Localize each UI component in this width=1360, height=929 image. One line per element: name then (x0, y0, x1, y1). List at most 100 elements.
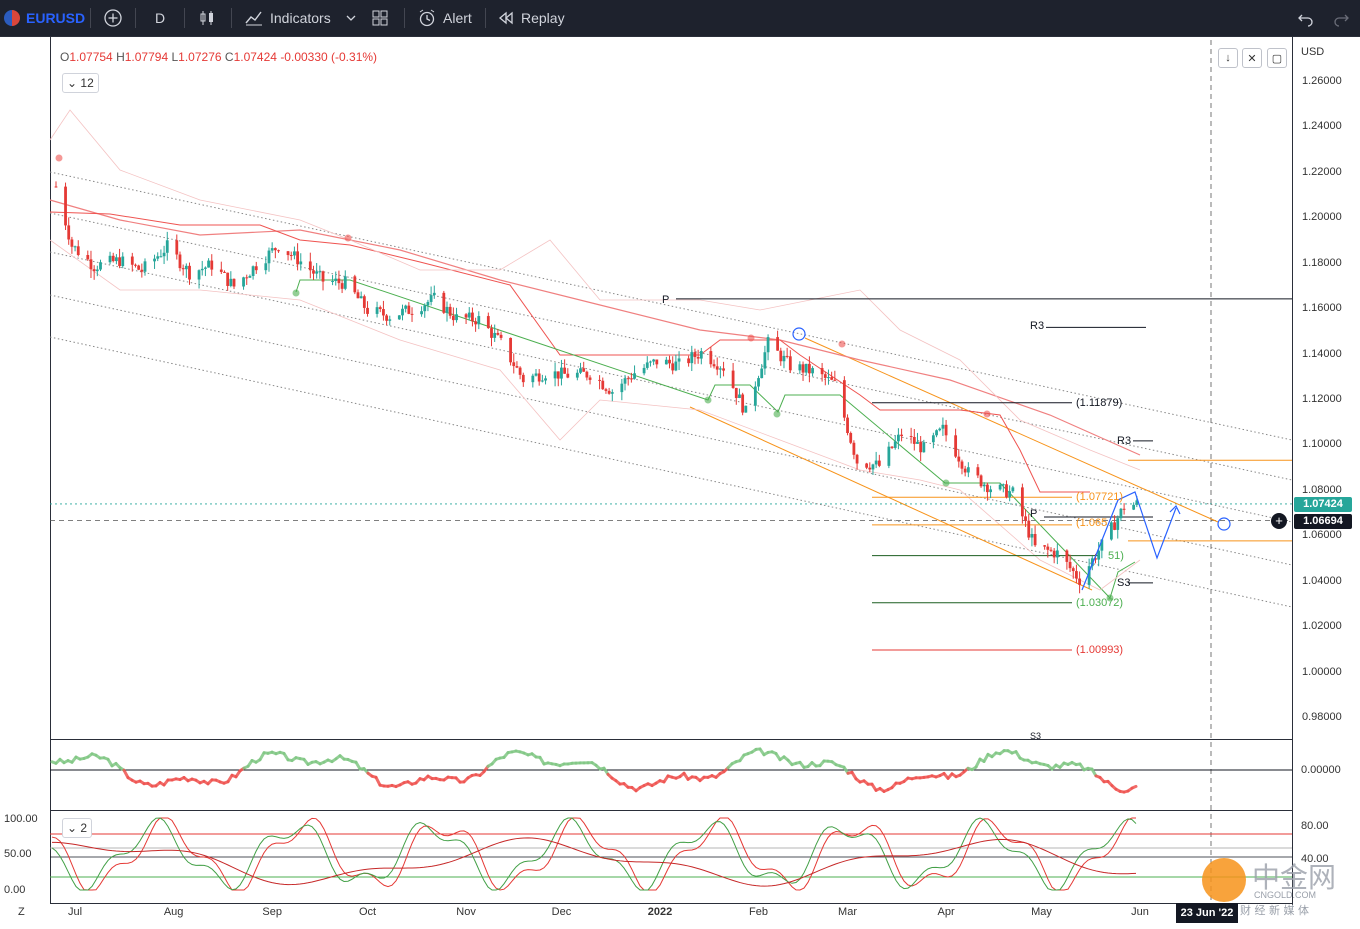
candle-body (1008, 491, 1011, 497)
moving-average-line (50, 200, 1140, 455)
supertrend-line-green (296, 280, 1135, 598)
candle-body (833, 380, 836, 381)
pane-separator[interactable] (50, 739, 1292, 740)
price-axis-label: 1.20000 (1302, 211, 1348, 223)
candle-body (99, 262, 102, 269)
candle-body (118, 257, 121, 266)
candle-body (849, 433, 852, 443)
open-value: 1.07754 (69, 50, 112, 64)
candle-body (465, 314, 468, 317)
candle-body (891, 447, 894, 448)
candle-body (264, 263, 267, 270)
candle-body (1043, 545, 1046, 546)
fib-level-1-label: (1.11879) (1076, 397, 1122, 409)
candle-body (509, 338, 512, 362)
candle-body (913, 437, 916, 444)
candle-body (449, 307, 452, 316)
candle-body (309, 261, 312, 270)
candle-body (942, 425, 945, 429)
scroll-down-button[interactable]: ↓ (1218, 48, 1238, 68)
chevron-down-icon: ⌄ (67, 821, 77, 835)
candle-body (366, 308, 369, 314)
indicator-collapse-toggle[interactable]: ⌄ 12 (62, 73, 99, 93)
candle-body (204, 268, 207, 269)
candle-body (64, 187, 67, 226)
candle-body (185, 266, 188, 269)
price-axis-label: 1.12000 (1302, 393, 1348, 405)
oscillator-layer (50, 749, 1292, 890)
candle-body (271, 248, 274, 250)
add-alert-icon[interactable]: + (1271, 513, 1287, 529)
candle-body (77, 246, 80, 255)
pane-separator[interactable] (50, 810, 1292, 811)
candle-body (576, 373, 579, 378)
candle-body (757, 378, 760, 386)
candle-body (846, 418, 849, 433)
candle-body (763, 352, 766, 368)
candle-body (1046, 547, 1049, 550)
candle-body (137, 266, 140, 270)
candle-body (290, 255, 293, 256)
candle-body (897, 435, 900, 442)
candle-body (67, 225, 70, 239)
candle-body (585, 372, 588, 378)
candle-body (910, 436, 913, 437)
candle-body (198, 270, 201, 279)
candle-body (229, 279, 232, 286)
change-value: -0.00330 (-0.31%) (280, 50, 377, 64)
ohlc-legend: O1.07754 H1.07794 L1.07276 C1.07424 -0.0… (60, 50, 377, 64)
candlestick-series (55, 181, 1139, 593)
price-chart[interactable] (0, 0, 1360, 928)
osc2-collapse-toggle[interactable]: ⌄ 2 (62, 818, 92, 838)
price-axis-label: 1.08000 (1302, 484, 1348, 496)
candle-body (1132, 505, 1135, 510)
candle-body (1075, 571, 1078, 578)
candle-body (611, 392, 614, 394)
candle-body (376, 307, 379, 314)
candle-body (360, 296, 363, 298)
candle-body (919, 442, 922, 452)
collapse-button[interactable]: ✕ (1242, 48, 1262, 68)
candle-body (954, 435, 957, 456)
candle-body (767, 337, 770, 352)
fib-level-6-label: (1.00993) (1076, 644, 1123, 656)
candle-body (516, 366, 519, 368)
candle-body (512, 362, 515, 366)
candle-body (353, 276, 356, 292)
candle-body (945, 425, 948, 435)
candle-body (649, 362, 652, 363)
candle-body (1116, 518, 1119, 530)
time-axis-label: May (1031, 906, 1052, 918)
candle-body (916, 442, 919, 444)
price-axis-label: 0.98000 (1302, 711, 1348, 723)
candle-body (299, 261, 302, 264)
candle-body (210, 261, 213, 270)
candle-body (999, 485, 1002, 490)
candle-body (805, 364, 808, 373)
candle-body (1110, 522, 1113, 539)
osc2-right-label-80: 80.00 (1301, 820, 1329, 832)
candle-body (776, 337, 779, 351)
candle-body (986, 485, 989, 492)
maximize-button[interactable]: ▢ (1267, 48, 1287, 68)
r3-lower-label: R3 (1117, 435, 1131, 447)
candle-body (1031, 534, 1034, 538)
candle-body (74, 246, 77, 247)
candle-body (420, 311, 423, 314)
signal-dot (984, 411, 991, 418)
candle-body (344, 276, 347, 288)
low-value: 1.07276 (178, 50, 221, 64)
zoom-z-button[interactable]: Z (18, 906, 25, 918)
arrow-down-icon: ↓ (1225, 52, 1231, 64)
candle-body (500, 335, 503, 338)
price-axis-label: 1.22000 (1302, 166, 1348, 178)
candle-body (179, 255, 182, 269)
candle-body (175, 240, 178, 254)
candle-body (160, 256, 163, 257)
indicator-count: 12 (80, 76, 93, 90)
crosshair-price-tag: 1.06694 (1294, 514, 1352, 529)
candle-body (878, 461, 881, 466)
candle-body (1072, 568, 1075, 571)
candle-body (252, 266, 255, 276)
candle-body (713, 364, 716, 366)
